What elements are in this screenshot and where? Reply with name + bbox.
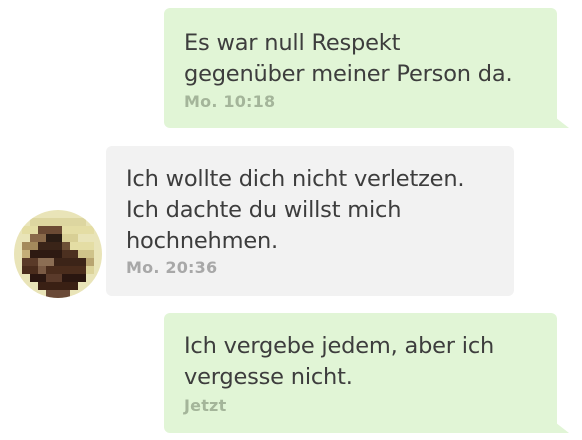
message-text: Es war null Respekt gegenüber meiner Per… <box>184 30 513 87</box>
message-timestamp: Mo. 20:36 <box>126 258 218 277</box>
message-timestamp: Jetzt <box>184 396 227 415</box>
message-text: Ich vergebe jedem, aber ich vergesse nic… <box>184 333 495 390</box>
pixelated-avatar-icon <box>14 210 102 298</box>
bubble-tail <box>551 114 569 128</box>
outgoing-message-bubble[interactable]: Ich vergebe jedem, aber ich vergesse nic… <box>164 313 569 433</box>
bubble-tail <box>551 419 569 433</box>
contact-avatar[interactable] <box>14 210 102 298</box>
outgoing-message-bubble[interactable]: Es war null Respekt gegenüber meiner Per… <box>164 8 569 128</box>
message-timestamp: Mo. 10:18 <box>184 92 276 111</box>
incoming-message-bubble[interactable]: Ich wollte dich nicht verletzen. Ich dac… <box>106 146 514 296</box>
message-text: Ich wollte dich nicht verletzen. Ich dac… <box>126 166 465 254</box>
